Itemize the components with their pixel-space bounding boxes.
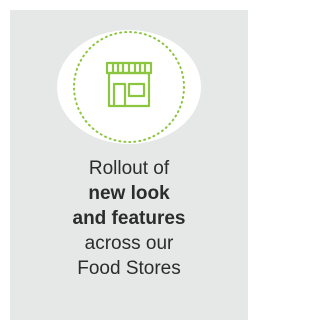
line-across-our: across our	[84, 233, 174, 254]
line-new-look: new look	[88, 183, 170, 204]
storefront-icon	[73, 31, 185, 143]
feature-description: Rollout of new look and features across …	[10, 156, 248, 281]
feature-card: Rollout of new look and features across …	[10, 10, 248, 320]
line-and-features: and features	[72, 208, 186, 229]
line-food-stores: Food Stores	[77, 258, 181, 279]
icon-circle	[57, 30, 201, 144]
line-rollout: Rollout of	[88, 158, 170, 179]
